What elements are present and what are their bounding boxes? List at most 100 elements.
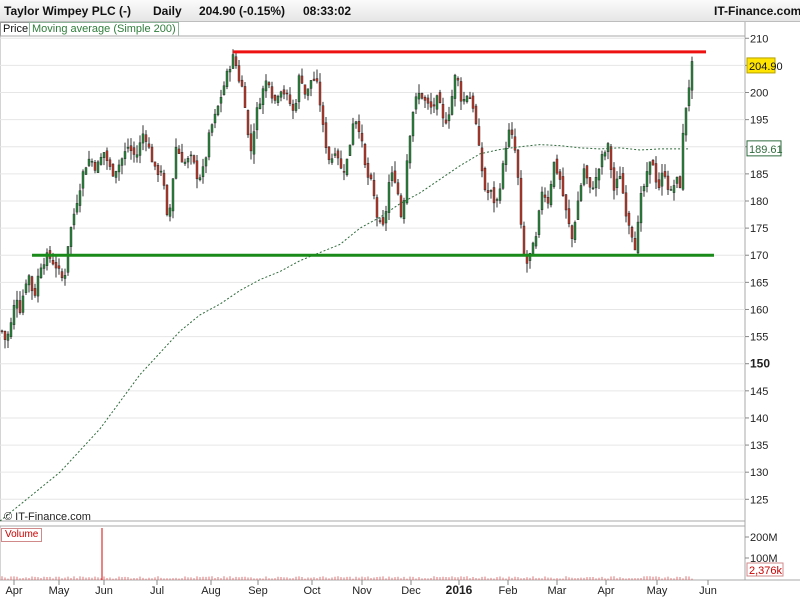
candle-down <box>372 179 376 197</box>
candle-down <box>243 86 247 108</box>
candle-up <box>123 151 127 159</box>
y-tick-label: 180 <box>750 196 768 208</box>
volume-tag[interactable]: Volume <box>1 528 43 542</box>
candle-down <box>111 163 115 177</box>
candle-up <box>606 143 610 153</box>
candle-up <box>126 146 130 149</box>
candle-up <box>576 200 580 220</box>
candle-down <box>651 159 655 166</box>
candle-down <box>285 92 289 95</box>
candle-up <box>447 114 451 122</box>
candle-up <box>669 189 673 191</box>
candle-up <box>66 246 70 273</box>
candle-up <box>198 177 202 181</box>
candle-down <box>381 217 385 225</box>
candle-up <box>141 133 145 144</box>
x-tick-label: Jul <box>150 585 164 597</box>
candle-up <box>615 178 619 189</box>
x-tick-label: Jun <box>95 585 113 597</box>
x-tick-label: Feb <box>499 585 518 597</box>
price-chart[interactable]: 125 130 135 140 145 150 155 160 165 170 175 180 185 1… <box>0 0 800 600</box>
candle-down <box>444 119 448 124</box>
candle-up <box>276 95 280 103</box>
x-tick-label: May <box>49 585 70 597</box>
candle-down <box>312 78 316 81</box>
candle-down <box>429 101 433 108</box>
candle-up <box>261 88 265 105</box>
x-tick-label: 2016 <box>446 583 473 597</box>
candle-down <box>237 65 241 82</box>
candle-down <box>588 177 592 188</box>
candle-down <box>546 196 550 204</box>
candle-up <box>387 182 391 213</box>
candle-down <box>486 190 490 193</box>
candle-down <box>456 78 460 81</box>
candle-down <box>180 151 184 163</box>
candle-down <box>303 84 307 95</box>
candle-down <box>108 159 112 167</box>
x-tick-label: Mar <box>548 585 567 597</box>
candle-down <box>483 168 487 191</box>
candle-down <box>480 147 484 172</box>
candle-down <box>318 81 322 106</box>
candle-up <box>171 178 175 212</box>
candle-up <box>87 158 91 166</box>
candle-up <box>81 171 85 189</box>
y-tick-label: 150 <box>750 357 770 371</box>
candle-up <box>42 264 46 269</box>
candle-up <box>201 166 205 178</box>
candle-down <box>366 162 370 178</box>
ma-value-label: 189.61 <box>749 144 783 156</box>
candle-up <box>573 222 577 240</box>
y-tick-label: 195 <box>750 115 768 127</box>
candle-down <box>492 187 496 204</box>
candle-up <box>135 154 139 158</box>
candle-up <box>684 107 688 136</box>
candle-up <box>552 161 556 187</box>
x-tick-label: Jun <box>699 585 717 597</box>
y-tick-label: 200 <box>750 88 768 100</box>
candle-down <box>564 194 568 211</box>
y-tick-label: 185 <box>750 169 768 181</box>
y-tick-label: 130 <box>750 467 768 479</box>
candle-down <box>342 171 346 173</box>
candle-up <box>210 124 214 133</box>
candle-down <box>60 271 64 279</box>
candle-down <box>510 129 514 135</box>
candle-down <box>468 97 472 100</box>
candle-down <box>249 133 253 152</box>
candle-down <box>327 146 331 161</box>
x-tick-label: Apr <box>597 585 614 597</box>
x-tick-label: Oct <box>303 585 320 597</box>
candle-up <box>114 170 118 178</box>
candle-up <box>168 207 172 217</box>
candle-down <box>426 97 430 104</box>
candle-up <box>204 157 208 167</box>
candle-down <box>477 126 481 146</box>
candle-up <box>672 185 676 193</box>
candle-down <box>420 93 424 99</box>
candle-up <box>279 91 283 98</box>
candle-down <box>336 150 340 159</box>
candle-down <box>570 225 574 239</box>
candle-up <box>102 152 106 158</box>
candle-up <box>537 210 541 235</box>
y-tick-label: 160 <box>750 304 768 316</box>
x-tick-label: Dec <box>401 585 421 597</box>
candle-down <box>267 82 271 86</box>
y-tick-label: 125 <box>750 494 768 506</box>
y-tick-label: 145 <box>750 386 768 398</box>
candle-up <box>120 158 124 166</box>
candle-down <box>666 175 670 190</box>
candle-up <box>531 242 535 256</box>
candle-up <box>174 146 178 179</box>
candle-down <box>324 122 328 149</box>
candle-up <box>216 105 220 116</box>
candle-down <box>396 182 400 195</box>
candle-down <box>558 171 562 180</box>
candle-up <box>189 154 193 157</box>
candle-up <box>330 158 334 163</box>
candle-up <box>207 132 211 158</box>
x-tick-label: May <box>647 585 668 597</box>
candle-up <box>687 87 691 107</box>
